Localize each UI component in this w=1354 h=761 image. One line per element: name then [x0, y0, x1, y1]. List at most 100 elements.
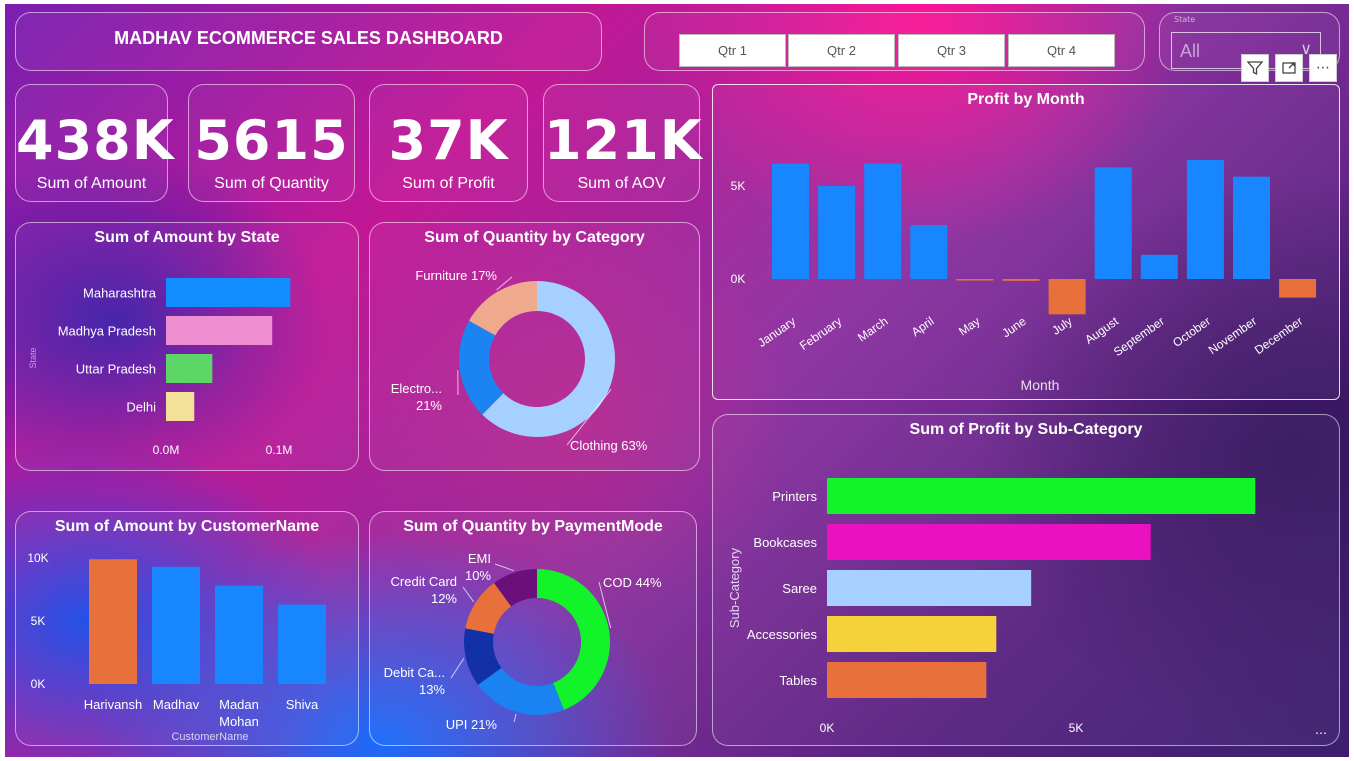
kpi-card-aov: 121K Sum of AOV	[543, 84, 703, 202]
qtr-4-button[interactable]: Qtr 4	[1008, 34, 1115, 67]
amount-by-state-chart: State Maharashtra Madhya Pradesh Uttar Prad…	[28, 278, 293, 457]
x-tick-label: 5K	[1069, 721, 1084, 735]
amount-by-customer-panel: Sum of Amount by CustomerName 0K 5K 10K Har…	[15, 511, 359, 746]
profit-by-subcategory-panel: Sum of Profit by Sub-Category Sub-Catego…	[712, 414, 1340, 746]
kpi-value: 37K	[388, 109, 509, 172]
y-axis-label: Sub-Category	[727, 547, 742, 628]
bar	[1279, 279, 1317, 298]
kpi-value: 438K	[16, 109, 175, 172]
bar	[818, 186, 856, 279]
bar	[1186, 159, 1224, 279]
bar	[827, 662, 987, 698]
slice-label: Clothing 63%	[570, 438, 648, 453]
category-label: Printers	[772, 489, 817, 504]
category-label: Tables	[779, 673, 817, 688]
more-options-icon[interactable]: ⋯	[1309, 54, 1337, 82]
category-label: Madan Mohan	[219, 697, 259, 729]
bar	[772, 163, 809, 279]
profit-by-month-chart: 0K 5K JanuaryFebruary March April May June July…	[731, 159, 1317, 393]
category-label: Bookcases	[753, 535, 817, 550]
bar	[166, 316, 273, 345]
kpi-card-amount: 438K Sum of Amount	[15, 84, 175, 202]
bar	[864, 163, 902, 279]
bar	[910, 225, 948, 279]
y-tick-label: 5K	[31, 614, 46, 628]
y-axis-label: State	[28, 347, 38, 368]
category-label: January	[755, 314, 798, 350]
qtr-3-button[interactable]: Qtr 3	[898, 34, 1005, 67]
bar	[1140, 254, 1178, 279]
category-label: June	[999, 314, 1029, 341]
category-label: Saree	[782, 581, 817, 596]
category-label: December	[1252, 314, 1305, 357]
bar	[1048, 279, 1086, 315]
bar	[956, 279, 994, 281]
bar	[827, 524, 1151, 560]
category-label: February	[797, 314, 844, 353]
y-tick-label: 0K	[731, 272, 746, 286]
amount-by-state-panel: Sum of Amount by State State Maharashtra M…	[15, 222, 359, 471]
bar	[166, 392, 195, 421]
qtr-2-button[interactable]: Qtr 2	[788, 34, 895, 67]
bar	[827, 616, 997, 652]
quantity-by-payment-panel: Sum of Quantity by PaymentMode COD 44% UP…	[369, 511, 697, 746]
kpi-label: Sum of Quantity	[214, 175, 329, 192]
y-tick-label: 10K	[27, 551, 48, 565]
category-label: March	[855, 314, 890, 345]
bar	[827, 570, 1032, 606]
slice-label: COD 44%	[603, 575, 662, 590]
kpi-card-quantity: 5615 Sum of Quantity	[188, 84, 355, 202]
bar	[1094, 167, 1132, 279]
profit-by-month-panel: Profit by Month 0K 5K January February March…	[712, 84, 1340, 400]
y-tick-label: 0K	[31, 677, 46, 691]
x-tick-label: 0.1M	[266, 443, 293, 457]
qtr-1-button[interactable]: Qtr 1	[679, 34, 786, 67]
quarter-slicer-panel: Qtr 1 Qtr 2 Qtr 3 Qtr 4	[644, 12, 1145, 71]
more-options-icon[interactable]: …	[1315, 723, 1327, 737]
profit-by-subcategory-chart: Sub-Category Printers Bookcases Saree Access…	[727, 478, 1256, 735]
kpi-label: Sum of Amount	[36, 175, 147, 192]
category-label: Shiva	[286, 697, 319, 712]
title-panel: MADHAV ECOMMERCE SALES DASHBOARD	[15, 12, 602, 71]
leader-line	[494, 563, 514, 572]
x-tick-label: 0.0M	[153, 443, 180, 457]
category-label: April	[909, 314, 937, 339]
x-tick-label: 0K	[820, 721, 835, 735]
slice-label: Credit Card 12%	[391, 574, 458, 606]
kpi-label: Sum of AOV	[577, 175, 666, 192]
kpi-label: Sum of Profit	[402, 175, 495, 192]
slice-label: UPI 21%	[446, 717, 498, 732]
category-label: Madhya Pradesh	[58, 324, 156, 339]
focus-mode-icon[interactable]	[1275, 54, 1303, 82]
x-axis-label: CustomerName	[171, 731, 248, 743]
state-slicer-value: All	[1180, 41, 1201, 61]
dashboard-canvas: MADHAV ECOMMERCE SALES DASHBOARD Qtr 1 Q…	[5, 4, 1349, 757]
category-label: August	[1082, 314, 1121, 347]
bar	[215, 585, 263, 684]
quantity-by-category-panel: Sum of Quantity by Category Clothing 63%…	[369, 222, 700, 471]
x-axis-label: Month	[1021, 377, 1060, 393]
kpi-card-profit: 37K Sum of Profit	[369, 84, 528, 202]
state-slicer-label: State	[1174, 15, 1196, 24]
slice-label: EMI 10%	[465, 551, 491, 583]
bar	[1002, 279, 1040, 281]
category-label: Delhi	[126, 400, 156, 415]
category-label: November	[1206, 314, 1259, 357]
bar	[827, 478, 1256, 514]
amount-by-customer-chart: 0K 5K 10K Harivansh Madhav Madan Mohan Shiva Cus…	[27, 551, 326, 743]
slice-label: Electro... 21%	[391, 381, 443, 413]
quantity-by-category-chart: Clothing 63% Electro... 21% Furniture 17%	[391, 268, 648, 453]
y-tick-label: 5K	[731, 179, 746, 193]
category-label: Madhav	[153, 697, 200, 712]
slice-label: Debit Ca... 13%	[384, 665, 446, 697]
category-label: September	[1111, 314, 1167, 359]
quantity-by-payment-chart: COD 44% UPI 21% Debit Ca... 13% Credit Card 1…	[384, 551, 662, 732]
kpi-value: 121K	[544, 109, 703, 172]
bar	[89, 559, 137, 684]
filter-icon[interactable]	[1241, 54, 1269, 82]
bar	[166, 278, 291, 307]
category-label: Uttar Pradesh	[76, 362, 156, 377]
bar	[152, 566, 200, 684]
kpi-value: 5615	[194, 109, 349, 172]
dashboard-title: MADHAV ECOMMERCE SALES DASHBOARD	[114, 28, 503, 48]
